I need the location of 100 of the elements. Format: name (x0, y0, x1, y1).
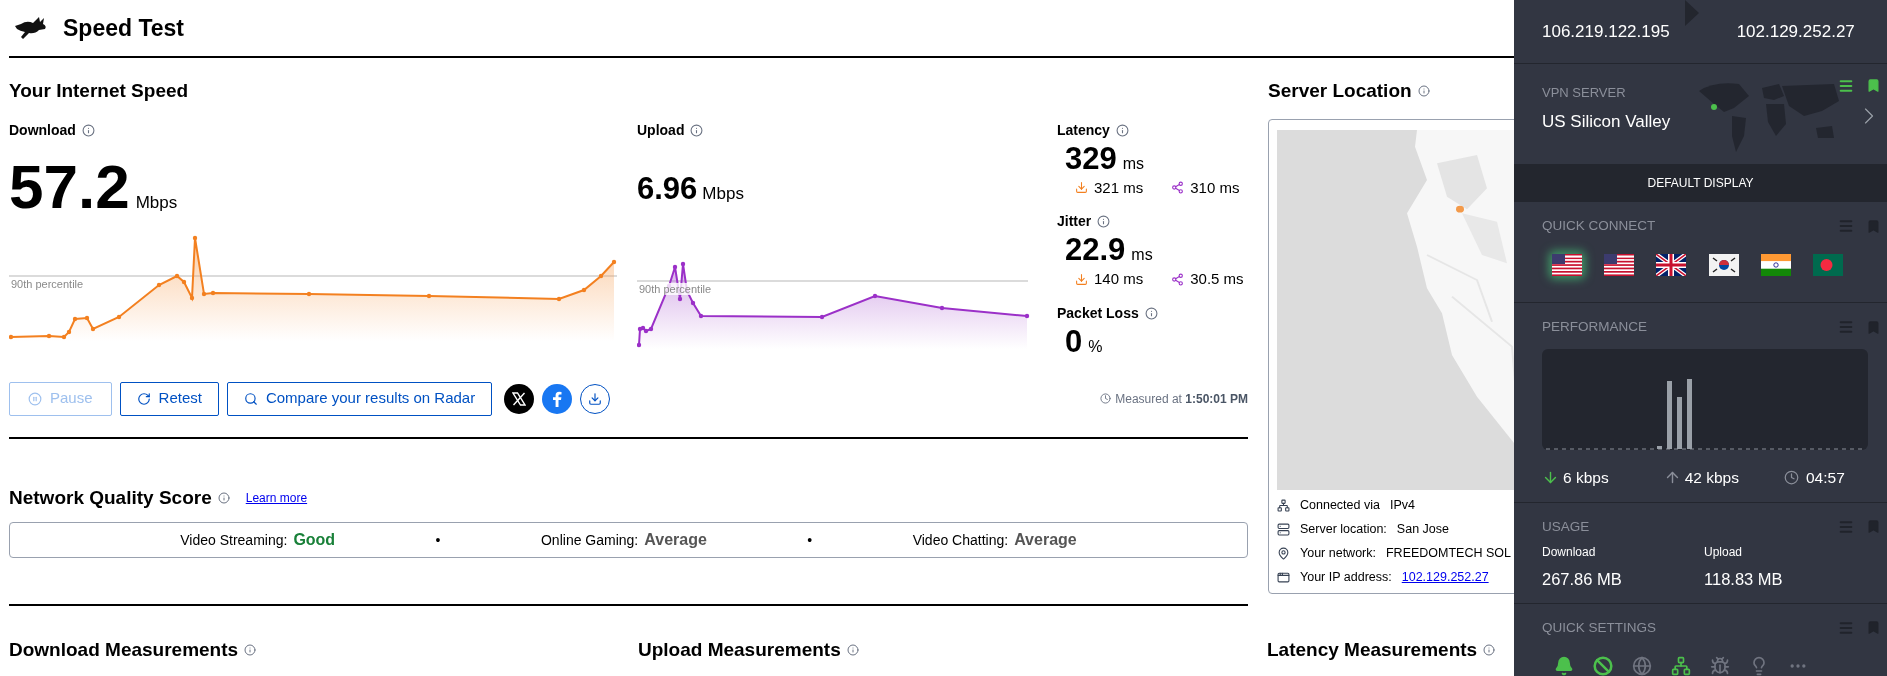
bug-icon[interactable] (1710, 656, 1730, 676)
section-label: QUICK CONNECT (1542, 216, 1656, 235)
page-title: Speed Test (63, 13, 184, 43)
section-label: QUICK SETTINGS (1542, 618, 1656, 637)
facebook-share-button[interactable] (542, 383, 573, 414)
section-label: VPN SERVER (1542, 84, 1627, 103)
block-icon[interactable] (1593, 656, 1613, 676)
metric-unit: ms (1122, 153, 1145, 174)
download-icon (1075, 181, 1088, 195)
upload-rate: 42 kbps (1684, 468, 1739, 489)
info-label: Your IP address: (1300, 569, 1392, 587)
metric-value: 0 (1065, 323, 1083, 360)
graph-bar (1687, 379, 1692, 450)
bookmark-icon[interactable] (1866, 78, 1881, 94)
quality-rating: Good (293, 530, 336, 550)
stat-reading: 30.5 ms (1190, 269, 1244, 289)
info-icon[interactable] (1417, 85, 1430, 98)
info-icon[interactable] (1144, 306, 1158, 320)
country-flag-button[interactable] (1760, 254, 1791, 277)
metric-label: Jitter (1057, 212, 1092, 231)
metric-label: Download (9, 120, 76, 140)
info-label: Your network: (1300, 545, 1376, 563)
metric-value: 22.9 (1065, 232, 1126, 268)
info-icon[interactable] (846, 644, 859, 657)
info-label: Connected via (1300, 497, 1380, 515)
window-icon (1277, 571, 1290, 584)
section-heading: Upload Measurements (638, 638, 841, 662)
usage-label: Upload (1704, 544, 1744, 562)
separator-dot: • (807, 530, 813, 550)
section-heading: Your Internet Speed (9, 80, 189, 101)
vpn-ip-address: 102.129.252.27 (1736, 20, 1855, 43)
metric-label: Latency (1057, 120, 1110, 140)
quality-label: Video Chatting: (912, 531, 1009, 550)
stat-reading: 321 ms (1094, 177, 1144, 198)
section-label: PERFORMANCE (1542, 317, 1647, 336)
info-icon[interactable] (244, 644, 257, 657)
facebook-logo-icon (552, 390, 563, 407)
search-icon (243, 391, 258, 406)
percentile-label: 90th percentile (639, 282, 712, 295)
usage-value: 267.86 MB (1542, 569, 1623, 591)
vpn-server-name: US Silicon Valley (1542, 110, 1671, 133)
quality-rating: Average (1014, 530, 1077, 550)
info-icon[interactable] (1097, 215, 1111, 228)
clock-icon (1100, 393, 1112, 404)
info-icon[interactable] (1483, 644, 1496, 657)
download-icon (1075, 272, 1088, 286)
location-pin-icon (1277, 547, 1290, 560)
graph-bar (1677, 397, 1682, 450)
pause-icon (28, 391, 42, 406)
stat-reading: 140 ms (1094, 269, 1144, 289)
country-flag-button[interactable] (1552, 254, 1582, 277)
stat-reading: 310 ms (1190, 177, 1240, 198)
connection-time: 04:57 (1805, 468, 1845, 489)
quality-label: Video Streaming: (180, 531, 288, 550)
metric-unit: ms (1131, 245, 1153, 265)
info-icon[interactable] (81, 123, 95, 137)
download-speed-value: 57.2 (9, 154, 130, 219)
learn-more-link[interactable]: Learn more (245, 488, 308, 507)
metric-unit: % (1088, 336, 1103, 357)
network-icon (1277, 499, 1290, 512)
section-label: USAGE (1542, 517, 1590, 536)
globe-icon[interactable] (1632, 656, 1652, 676)
section-heading: Server Location (1268, 79, 1412, 103)
metric-unit: Mbps (135, 191, 178, 214)
country-flag-button[interactable] (1708, 254, 1739, 277)
section-heading: Network Quality Score (9, 485, 212, 510)
info-label: Server location: (1300, 521, 1387, 539)
menu-icon[interactable] (1838, 77, 1854, 94)
network-icon[interactable] (1671, 656, 1691, 676)
download-icon (588, 391, 603, 406)
ip-address-link[interactable]: 102.129.252.27 (1401, 568, 1489, 587)
clock-icon (1783, 470, 1799, 486)
info-value: IPv4 (1389, 497, 1415, 515)
info-value: FREEDOMTECH SOL (1386, 545, 1511, 563)
compare-button[interactable]: Compare your results on Radar (226, 381, 493, 416)
info-icon[interactable] (690, 123, 704, 137)
metric-value: 329 (1065, 140, 1117, 177)
info-icon[interactable] (1115, 123, 1129, 137)
graph-bar (1657, 446, 1662, 450)
separator-dot: • (435, 530, 441, 550)
info-value: San Jose (1396, 521, 1449, 539)
retest-button[interactable]: Retest (119, 381, 219, 416)
measured-time: Measured at 1:50:01 PM (1115, 390, 1248, 408)
download-rate: 6 kbps (1563, 468, 1609, 489)
default-display-button[interactable]: DEFAULT DISPLAY (1514, 163, 1887, 202)
bell-icon[interactable] (1554, 656, 1574, 676)
ip-address: 106.219.122.195 (1542, 20, 1670, 43)
graph-bar (1667, 381, 1672, 450)
x-share-button[interactable] (504, 383, 535, 414)
quality-label: Online Gaming: (541, 531, 639, 550)
metric-unit: Mbps (702, 182, 744, 205)
quality-rating: Average (644, 530, 707, 550)
refresh-icon (136, 391, 151, 406)
upload-speed-value: 6.96 (637, 170, 698, 207)
info-icon[interactable] (217, 491, 230, 504)
usage-label: Download (1542, 544, 1597, 562)
country-flag-button[interactable] (1656, 254, 1687, 277)
country-flag-button[interactable] (1604, 254, 1635, 277)
metric-label: Upload (637, 120, 685, 140)
section-heading: Download Measurements (9, 638, 239, 662)
